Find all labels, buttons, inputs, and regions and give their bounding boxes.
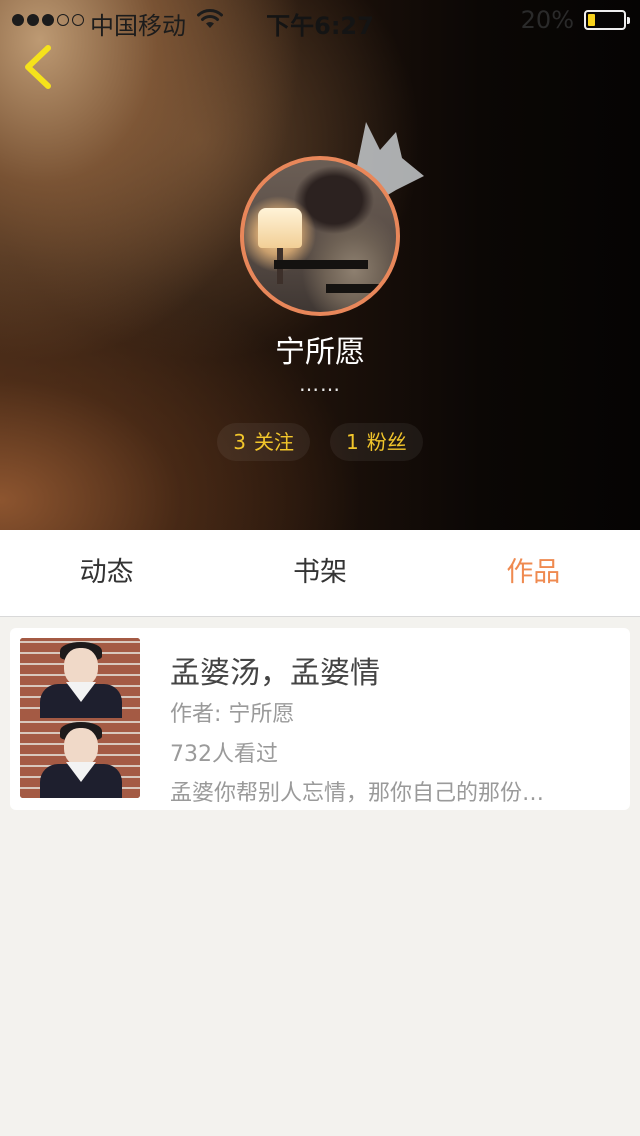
battery-percent: 20% [520, 6, 574, 34]
chevron-left-icon [25, 45, 51, 89]
profile-tabs: 动态 书架 作品 [0, 530, 640, 617]
work-author: 作者: 宁所愿 [170, 702, 295, 727]
status-bar: 中国移动 下午6:27 20% [0, 0, 640, 40]
profile-stats: 3 关注 1 粉丝 [0, 423, 640, 461]
username: 宁所愿 [275, 335, 365, 370]
tab-bookshelf[interactable]: 书架 [213, 530, 426, 616]
battery-level-fill [588, 14, 595, 26]
followers-button[interactable]: 1 粉丝 [330, 423, 423, 461]
following-count: 3 [233, 430, 246, 454]
back-button[interactable] [16, 42, 60, 92]
following-button[interactable]: 3 关注 [217, 423, 310, 461]
avatar-container[interactable] [240, 156, 400, 316]
profile-header: 中国移动 下午6:27 20% 宁所愿 …… 3 关注 1 粉丝 [0, 0, 640, 530]
followers-count: 1 [346, 430, 359, 454]
avatar[interactable] [240, 156, 400, 316]
tab-works[interactable]: 作品 [427, 530, 640, 616]
work-view-count: 732人看过 [170, 742, 278, 767]
profile-screen: 中国移动 下午6:27 20% 宁所愿 …… 3 关注 1 粉丝 动态 书架 作… [0, 0, 640, 1136]
work-title: 孟婆汤，孟婆情 [170, 656, 380, 691]
followers-label: 粉丝 [366, 430, 407, 454]
tab-activity[interactable]: 动态 [0, 530, 213, 616]
user-signature: …… [299, 372, 341, 396]
work-list-item[interactable]: 孟婆汤，孟婆情 作者: 宁所愿 732人看过 孟婆你帮别人忘情，那你自己的那份… [10, 628, 630, 810]
work-cover-image [20, 638, 140, 798]
work-summary: 孟婆你帮别人忘情，那你自己的那份… [170, 781, 545, 806]
battery-icon [584, 10, 630, 30]
following-label: 关注 [254, 430, 294, 454]
